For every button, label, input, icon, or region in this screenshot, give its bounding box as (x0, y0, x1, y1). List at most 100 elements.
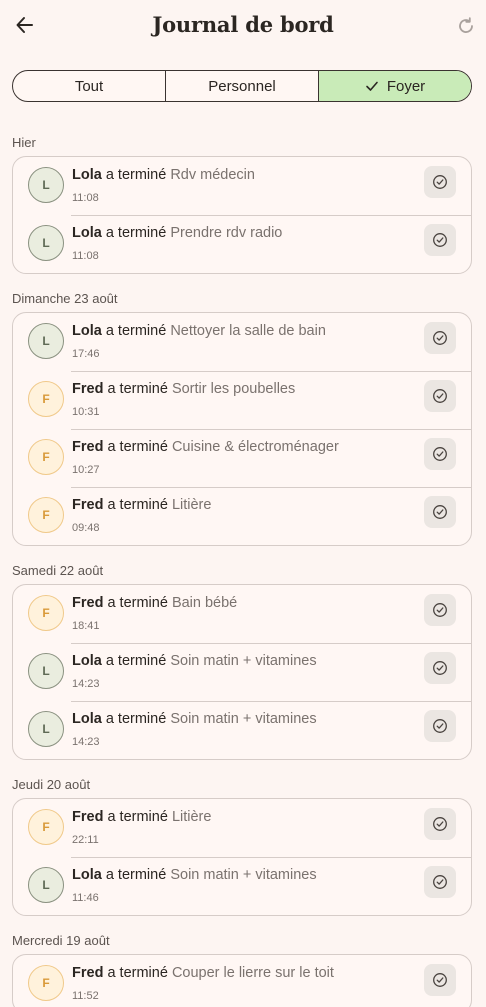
task-name: Cuisine & électroménager (171, 439, 339, 455)
day-card: F Fred a terminé Litière 22:11 L Lola a … (12, 798, 472, 916)
user-name: Fred (72, 595, 104, 611)
check-button[interactable] (424, 438, 456, 470)
activity-time: 11:08 (72, 192, 99, 204)
user-name: Lola (72, 653, 102, 669)
activity-row: F Fred a terminé Cuisine & électroménage… (13, 429, 471, 487)
activity-feed: Hier L Lola a terminé Rdv médecin 11:08 … (12, 130, 472, 1007)
check-circle-icon (433, 875, 447, 889)
task-name: Rdv médecin (170, 167, 255, 183)
activity-row: L Lola a terminé Soin matin + vitamines … (13, 701, 471, 759)
activity-row: L Lola a terminé Rdv médecin 11:08 (13, 157, 471, 215)
check-button[interactable] (424, 808, 456, 840)
activity-row: F Fred a terminé Litière 22:11 (13, 799, 471, 857)
activity-row: L Lola a terminé Nettoyer la salle de ba… (13, 313, 471, 371)
activity-verb: a terminé (107, 809, 168, 825)
user-name: Lola (72, 323, 102, 339)
check-circle-icon (433, 233, 447, 247)
day-card: F Fred a terminé Bain bébé 18:41 L Lola … (12, 584, 472, 760)
activity-text: Fred a terminé Couper le lierre sur le t… (72, 965, 334, 981)
activity-row: L Lola a terminé Soin matin + vitamines … (13, 643, 471, 701)
tab-foyer[interactable]: Foyer (318, 71, 471, 101)
activity-text: Fred a terminé Litière (72, 809, 211, 825)
activity-time: 22:11 (72, 834, 99, 846)
user-name: Fred (72, 497, 104, 513)
activity-row: F Fred a terminé Bain bébé 18:41 (13, 585, 471, 643)
task-name: Soin matin + vitamines (170, 653, 317, 669)
check-button[interactable] (424, 866, 456, 898)
avatar: L (28, 711, 64, 747)
avatar: F (28, 595, 64, 631)
task-name: Soin matin + vitamines (170, 711, 317, 727)
check-button[interactable] (424, 710, 456, 742)
activity-time: 10:31 (72, 406, 100, 418)
avatar: L (28, 167, 64, 203)
refresh-button[interactable] (454, 14, 478, 38)
activity-row: F Fred a terminé Litière 09:48 (13, 487, 471, 545)
user-name: Fred (72, 809, 104, 825)
activity-time: 11:52 (72, 990, 99, 1002)
task-name: Soin matin + vitamines (170, 867, 317, 883)
check-button[interactable] (424, 166, 456, 198)
check-button[interactable] (424, 322, 456, 354)
check-circle-icon (433, 389, 447, 403)
activity-verb: a terminé (105, 167, 167, 183)
avatar: F (28, 965, 64, 1001)
activity-time: 17:46 (72, 348, 100, 360)
day-group: Dimanche 23 août L Lola a terminé Nettoy… (12, 286, 472, 546)
task-name: Prendre rdv radio (170, 225, 283, 241)
task-name: Sortir les poubelles (171, 381, 296, 397)
activity-text: Fred a terminé Bain bébé (72, 595, 237, 611)
day-group: Mercredi 19 août F Fred a terminé Couper… (12, 928, 472, 1007)
check-button[interactable] (424, 964, 456, 996)
activity-text: Fred a terminé Sortir les poubelles (72, 381, 295, 397)
activity-time: 14:23 (72, 736, 100, 748)
activity-verb: a terminé (107, 439, 168, 455)
day-card: F Fred a terminé Couper le lierre sur le… (12, 954, 472, 1007)
check-circle-icon (433, 973, 447, 987)
activity-verb: a terminé (107, 965, 168, 981)
activity-text: Lola a terminé Rdv médecin (72, 167, 255, 183)
activity-time: 18:41 (72, 620, 100, 632)
activity-verb: a terminé (105, 323, 167, 339)
check-circle-icon (433, 817, 447, 831)
avatar: F (28, 439, 64, 475)
tab-tout[interactable]: Tout (13, 71, 165, 101)
activity-time: 09:48 (72, 522, 100, 534)
check-circle-icon (433, 603, 447, 617)
day-label: Mercredi 19 août (12, 933, 110, 948)
activity-time: 14:23 (72, 678, 100, 690)
avatar: L (28, 323, 64, 359)
check-button[interactable] (424, 380, 456, 412)
task-name: Nettoyer la salle de bain (170, 323, 326, 339)
activity-row: L Lola a terminé Prendre rdv radio 11:08 (13, 215, 471, 273)
task-name: Couper le lierre sur le toit (171, 965, 334, 981)
check-circle-icon (433, 505, 447, 519)
avatar: L (28, 867, 64, 903)
day-card: L Lola a terminé Rdv médecin 11:08 L Lol… (12, 156, 472, 274)
day-card: L Lola a terminé Nettoyer la salle de ba… (12, 312, 472, 546)
activity-verb: a terminé (105, 867, 167, 883)
user-name: Fred (72, 381, 104, 397)
day-group: Samedi 22 août F Fred a terminé Bain béb… (12, 558, 472, 760)
avatar: F (28, 497, 64, 533)
check-button[interactable] (424, 224, 456, 256)
check-button[interactable] (424, 652, 456, 684)
activity-text: Lola a terminé Soin matin + vitamines (72, 711, 317, 727)
check-circle-icon (433, 331, 447, 345)
check-icon (366, 81, 378, 91)
user-name: Fred (72, 965, 104, 981)
tab-personnel[interactable]: Personnel (165, 71, 318, 101)
activity-time: 11:46 (72, 892, 99, 904)
check-circle-icon (433, 661, 447, 675)
avatar: F (28, 809, 64, 845)
activity-verb: a terminé (107, 381, 168, 397)
app-header: Journal de bord (0, 0, 486, 54)
tab-label: Tout (74, 77, 104, 95)
avatar: F (28, 381, 64, 417)
check-button[interactable] (424, 594, 456, 626)
activity-verb: a terminé (107, 595, 168, 611)
check-button[interactable] (424, 496, 456, 528)
activity-verb: a terminé (105, 711, 167, 727)
day-group: Hier L Lola a terminé Rdv médecin 11:08 … (12, 130, 472, 274)
activity-text: Lola a terminé Soin matin + vitamines (72, 867, 317, 883)
